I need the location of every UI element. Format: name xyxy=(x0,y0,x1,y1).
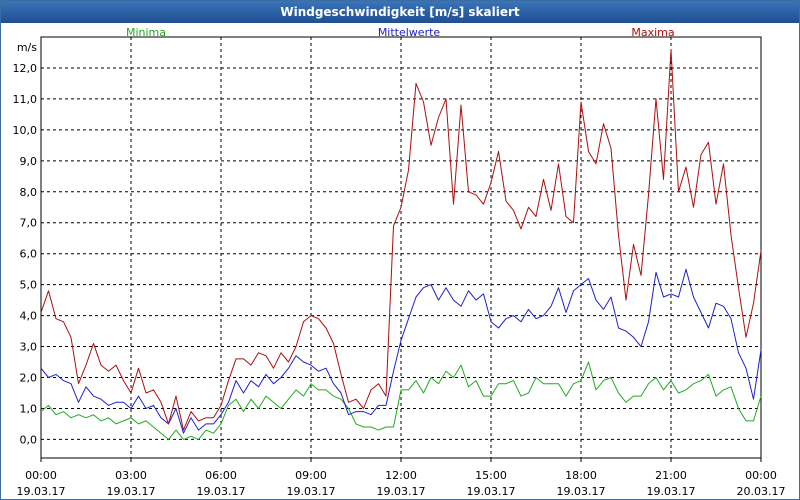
y-tick-label: 7,0 xyxy=(20,217,38,230)
x-tick-time: 15:00 xyxy=(475,469,507,482)
grid-lines xyxy=(41,37,761,458)
y-axis: 0,0 1,0 2,0 3,0 4,0 5,0 6,0 7,0 8,0 9,0 10,0 11,0 12… xyxy=(13,41,38,446)
x-tick-time: 06:00 xyxy=(205,469,237,482)
x-tick-date: 19.03.17 xyxy=(17,485,66,498)
y-tick-label: 8,0 xyxy=(20,186,38,199)
x-tick-date: 19.03.17 xyxy=(377,485,426,498)
y-tick-label: 3,0 xyxy=(20,341,38,354)
x-tick-date: 19.03.17 xyxy=(467,485,516,498)
x-tick-date: 20.03.17 xyxy=(737,485,786,498)
x-tick-time: 00:00 xyxy=(745,469,777,482)
y-tick-label: 2,0 xyxy=(20,372,38,385)
x-tick-time: 21:00 xyxy=(655,469,687,482)
x-tick-time: 09:00 xyxy=(295,469,327,482)
legend-label-mittelwerte: Mittelwerte xyxy=(378,26,441,39)
y-tick-label: 4,0 xyxy=(20,310,38,323)
y-tick-label: 6,0 xyxy=(20,248,38,261)
x-tick-date: 19.03.17 xyxy=(107,485,156,498)
y-tick-label: 11,0 xyxy=(13,93,38,106)
x-axis: 00:00 19.03.17 03:00 19.03.17 06:00 19.03.17 0… xyxy=(17,458,786,498)
y-tick-label: 0,0 xyxy=(20,433,38,446)
x-tick-date: 19.03.17 xyxy=(287,485,336,498)
x-tick-date: 19.03.17 xyxy=(647,485,696,498)
x-tick-time: 00:00 xyxy=(25,469,57,482)
y-axis-unit: m/s xyxy=(17,41,37,54)
x-tick-time: 12:00 xyxy=(385,469,417,482)
x-tick-time: 18:00 xyxy=(565,469,597,482)
y-tick-label: 9,0 xyxy=(20,155,38,168)
y-tick-label: 10,0 xyxy=(13,124,38,137)
x-tick-date: 19.03.17 xyxy=(557,485,606,498)
x-tick-time: 03:00 xyxy=(115,469,147,482)
y-tick-label: 5,0 xyxy=(20,279,38,292)
legend-label-maxima: Maxima xyxy=(631,26,674,39)
y-tick-label: 12,0 xyxy=(13,62,38,75)
series-line-maxima xyxy=(40,48,762,431)
y-tick-label: 1,0 xyxy=(20,402,38,415)
chart-window: Windgeschwindigkeit [m/s] skaliert 0,0 1,… xyxy=(0,0,800,500)
wind-speed-chart: 0,0 1,0 2,0 3,0 4,0 5,0 6,0 7,0 8,0 9,0 10,0 11,0 12… xyxy=(13,26,786,498)
x-tick-date: 19.03.17 xyxy=(197,485,246,498)
legend-label-minima: Minima xyxy=(126,26,166,39)
